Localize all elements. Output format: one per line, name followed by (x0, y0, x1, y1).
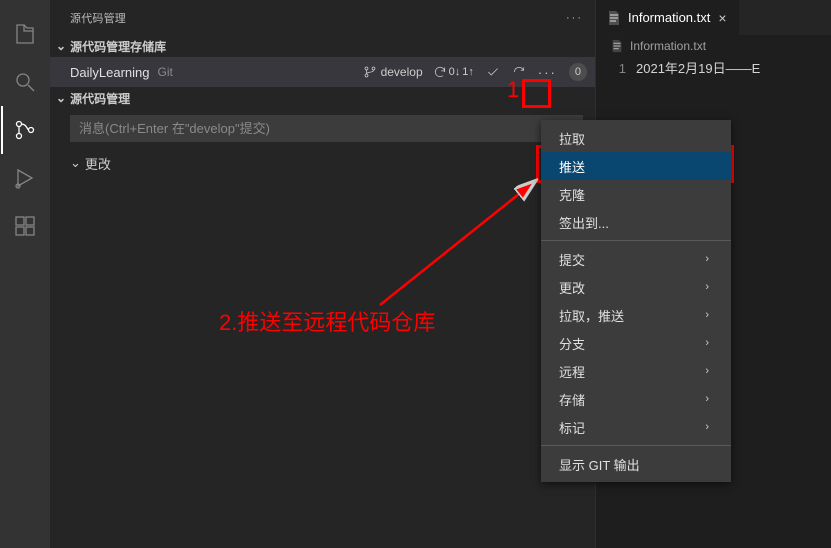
menu-item-label: 克隆 (559, 185, 585, 204)
repo-more-button[interactable]: ··· (536, 63, 559, 82)
menu-item[interactable]: 标记 › (541, 413, 731, 441)
menu-item[interactable]: 克隆 (541, 180, 731, 208)
menu-separator (541, 240, 731, 241)
chevron-down-icon: ⌄ (56, 91, 66, 105)
menu-item-label: 分支 (559, 334, 585, 353)
menu-item[interactable]: 推送 (541, 152, 731, 180)
tab-bar: Information.txt × (596, 0, 831, 35)
chevron-down-icon: ⌄ (56, 39, 66, 53)
scm-panel-title: 源代码管理 (70, 10, 126, 26)
line-number: 1 (596, 57, 636, 79)
menu-item[interactable]: 更改 › (541, 273, 731, 301)
editor-body[interactable]: 1 2021年2月19日——E (596, 57, 831, 79)
editor-content: 2021年2月19日——E (636, 57, 760, 79)
menu-item[interactable]: 显示 GIT 输出 (541, 450, 731, 478)
scm-section-label: 源代码管理 (70, 90, 130, 107)
repositories-section-label: 源代码管理存储库 (70, 38, 166, 55)
changes-count-badge: 0 (569, 63, 587, 81)
chevron-right-icon: › (705, 393, 709, 405)
activity-bar (0, 0, 50, 548)
sync-icon (433, 65, 447, 79)
menu-item-label: 拉取，推送 (559, 306, 624, 325)
breadcrumb-label: Information.txt (630, 39, 706, 53)
chevron-right-icon: › (705, 309, 709, 321)
tab-information[interactable]: Information.txt × (596, 0, 740, 35)
debug-icon[interactable] (1, 154, 49, 202)
chevron-right-icon: › (705, 253, 709, 265)
menu-item-label: 拉取 (559, 129, 585, 148)
menu-item-label: 推送 (559, 157, 585, 176)
branch-icon (363, 65, 377, 79)
changes-row[interactable]: ⌄ 更改 (50, 152, 595, 174)
menu-item-label: 标记 (559, 418, 585, 437)
menu-item[interactable]: 签出到... (541, 208, 731, 236)
refresh-button[interactable] (510, 63, 528, 81)
commit-message-input[interactable] (70, 115, 583, 142)
check-icon (486, 65, 500, 79)
changes-label: 更改 (85, 154, 111, 173)
branch-name: develop (381, 65, 423, 79)
chevron-right-icon: › (705, 281, 709, 293)
commit-button[interactable] (484, 63, 502, 81)
scm-panel: 源代码管理 ··· ⌄ 源代码管理存储库 DailyLearning Git d… (50, 0, 595, 548)
repositories-section-header[interactable]: ⌄ 源代码管理存储库 (50, 35, 595, 57)
breadcrumb[interactable]: Information.txt (596, 35, 831, 57)
menu-item[interactable]: 拉取 (541, 124, 731, 152)
scm-section-header[interactable]: ⌄ 源代码管理 (50, 87, 595, 109)
chevron-right-icon: › (705, 337, 709, 349)
menu-item[interactable]: 存储 › (541, 385, 731, 413)
sync-up-count: 1↑ (462, 66, 474, 78)
file-icon (606, 10, 622, 26)
extensions-icon[interactable] (1, 202, 49, 250)
scm-context-menu: 拉取推送克隆签出到... 提交 › 更改 › 拉取，推送 › 分支 › 远程 › 存储 › 标记 › 显示 G… (541, 120, 731, 482)
explorer-icon[interactable] (1, 10, 49, 58)
sync-button[interactable]: 0↓ 1↑ (431, 63, 476, 81)
commit-message-wrapper (70, 115, 583, 142)
menu-item[interactable]: 拉取，推送 › (541, 301, 731, 329)
menu-item-label: 提交 (559, 250, 585, 269)
file-icon (610, 39, 624, 53)
branch-indicator[interactable]: develop (363, 65, 423, 79)
tab-label: Information.txt (628, 10, 710, 25)
menu-separator (541, 445, 731, 446)
menu-item-label: 显示 GIT 输出 (559, 455, 640, 474)
repository-row[interactable]: DailyLearning Git develop 0↓ 1↑ ··· 0 (50, 57, 595, 87)
scm-panel-header: 源代码管理 ··· (50, 0, 595, 35)
menu-item-label: 更改 (559, 278, 585, 297)
repo-name: DailyLearning (70, 65, 150, 80)
menu-item[interactable]: 提交 › (541, 245, 731, 273)
close-icon[interactable]: × (716, 10, 728, 26)
chevron-right-icon: › (705, 421, 709, 433)
sync-down-count: 0↓ (449, 66, 461, 78)
menu-item-label: 远程 (559, 362, 585, 381)
search-icon[interactable] (1, 58, 49, 106)
chevron-right-icon: › (705, 365, 709, 377)
menu-item-label: 签出到... (559, 213, 609, 232)
refresh-icon (512, 65, 526, 79)
menu-item[interactable]: 分支 › (541, 329, 731, 357)
scm-icon[interactable] (1, 106, 49, 154)
repo-vcs-type: Git (158, 65, 173, 79)
more-icon[interactable]: ··· (566, 12, 583, 24)
menu-item-label: 存储 (559, 390, 585, 409)
menu-item[interactable]: 远程 › (541, 357, 731, 385)
chevron-down-icon: ⌄ (70, 155, 81, 171)
